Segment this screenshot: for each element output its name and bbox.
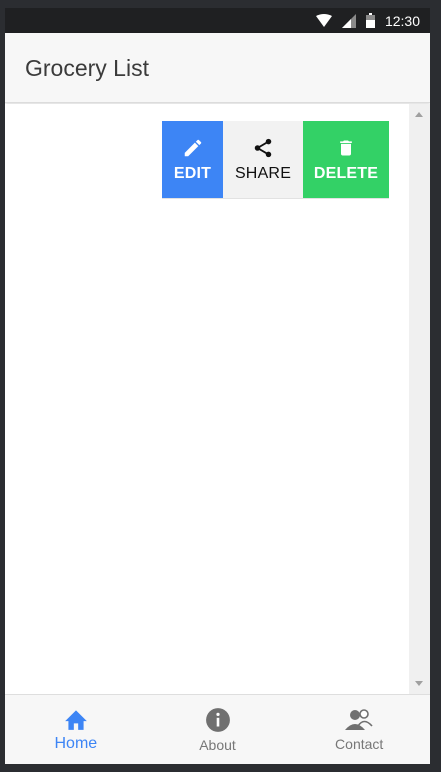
nav-item-contact[interactable]: Contact: [288, 695, 430, 764]
share-button[interactable]: SHARE: [223, 121, 303, 198]
share-icon: [254, 138, 272, 157]
contact-icon: [345, 709, 373, 730]
status-bar: 12:30: [5, 8, 430, 33]
share-label: SHARE: [234, 164, 292, 182]
page-title: Grocery List: [25, 55, 149, 81]
edit-label: EDIT: [173, 164, 212, 182]
phone-screen: 12:30 Grocery List EDIT SHARE DELETE Hom…: [5, 8, 430, 764]
nav-label-contact: Contact: [335, 736, 384, 752]
signal-icon: [341, 13, 356, 28]
status-icons: 12:30: [315, 11, 420, 30]
scrollbar[interactable]: [409, 104, 430, 694]
swipe-actions: EDIT SHARE DELETE: [162, 121, 389, 199]
nav-label-home: Home: [54, 735, 98, 752]
nav-item-about[interactable]: About: [147, 695, 289, 764]
pencil-icon: [184, 139, 201, 156]
wifi-icon: [315, 14, 332, 27]
status-time: 12:30: [384, 12, 420, 29]
scroll-up-arrow-icon[interactable]: [415, 112, 423, 117]
info-icon: [205, 708, 230, 732]
app-bar: Grocery List: [5, 33, 430, 103]
nav-item-home[interactable]: Home: [5, 695, 147, 764]
trash-icon: [340, 140, 352, 155]
home-icon: [64, 710, 87, 730]
scroll-down-arrow-icon[interactable]: [415, 681, 423, 686]
list-content: EDIT SHARE DELETE: [5, 104, 409, 764]
edit-button[interactable]: EDIT: [162, 121, 223, 198]
delete-button[interactable]: DELETE: [303, 121, 389, 198]
nav-label-about: About: [199, 737, 236, 753]
delete-label: DELETE: [313, 164, 379, 182]
bottom-nav: Home About Contact: [5, 694, 430, 764]
battery-icon: [365, 13, 375, 28]
